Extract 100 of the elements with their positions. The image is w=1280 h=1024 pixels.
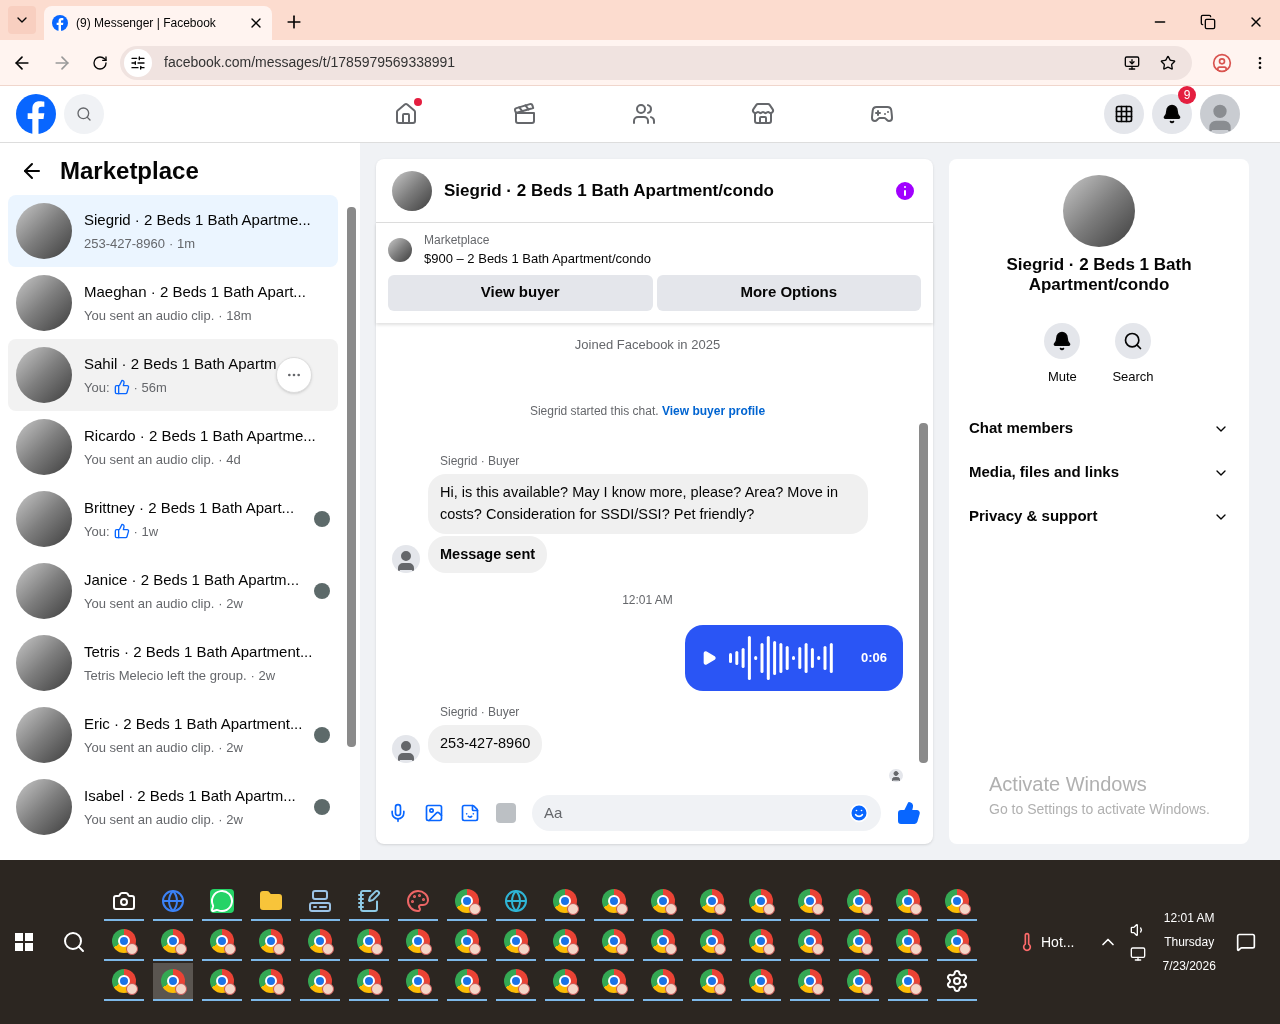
- message-preview: You:: [84, 378, 110, 397]
- browser-tab[interactable]: (9) Messenger | Facebook: [44, 6, 272, 40]
- sticker-icon[interactable]: [460, 803, 480, 823]
- details-title: Siegrid · 2 Beds 1 Bath Apartment/condo: [1005, 255, 1193, 295]
- settings-icon: [945, 969, 969, 993]
- avatar-icon[interactable]: [1200, 94, 1240, 134]
- install-icon[interactable]: [1124, 54, 1140, 71]
- windows-icon[interactable]: [14, 933, 33, 951]
- image-icon[interactable]: [424, 803, 444, 823]
- browser-icon: [504, 969, 528, 993]
- browser-icon: [602, 929, 626, 953]
- chat-icon: [210, 889, 234, 913]
- menu-button[interactable]: [1104, 94, 1144, 134]
- conversation-title: Brittney · 2 Beds 1 Bath Apart...: [84, 498, 295, 518]
- conversation-item[interactable]: Sahil · 2 Beds 1 Bath Apartm You: · 56m: [8, 339, 339, 411]
- message-time: · 56m: [133, 378, 167, 397]
- browser-icon: [504, 929, 528, 953]
- timestamp: 12:01 AM: [622, 592, 673, 610]
- conversation-item[interactable]: Ricardo · 2 Beds 1 Bath Apartme... You sent an audio clip. · 4d: [8, 411, 339, 483]
- search-button[interactable]: [64, 94, 104, 134]
- video-icon[interactable]: [513, 102, 537, 126]
- action-button[interactable]: More Options: [656, 274, 921, 311]
- conversation-item[interactable]: Eric · 2 Beds 1 Bath Apartment... You sent an audio clip. · 2w: [8, 699, 339, 771]
- bell-icon: [1162, 104, 1182, 124]
- message-bubble: Hi, is this available? May I know more, please? Area? Move in costs? Consideration for SSDI/SSI? Pet friendly?: [428, 474, 868, 534]
- conversation-item[interactable]: Maeghan · 2 Beds 1 Bath Apart... You sent an audio clip. · 18m: [8, 267, 339, 339]
- message-input[interactable]: Aa: [544, 801, 849, 825]
- activation-text: Go to Settings to activate Windows.: [989, 800, 1210, 819]
- message-preview: You:: [84, 522, 110, 541]
- browser-icon: [406, 929, 430, 953]
- weather-text[interactable]: Hot...: [1041, 931, 1075, 953]
- taskbar-button[interactable]: [153, 963, 193, 1001]
- address-bar[interactable]: facebook.com/messages/t/1785979569338991: [120, 45, 1192, 80]
- action-button[interactable]: Search: [1112, 323, 1154, 387]
- buyer-profile-link[interactable]: View buyer profile: [661, 404, 766, 418]
- browser-icon: [308, 929, 332, 953]
- conversation-item[interactable]: Janice · 2 Beds 1 Bath Apartm... You sent an audio clip. · 2w: [8, 555, 339, 627]
- browser-icon: [847, 929, 871, 953]
- star-icon[interactable]: [1160, 54, 1176, 71]
- computer-icon: [308, 889, 332, 913]
- clock-time[interactable]: 12:01 AM: [1163, 909, 1215, 927]
- search-icon[interactable]: [61, 930, 86, 954]
- profile-icon[interactable]: [1212, 52, 1232, 73]
- browser-icon: [308, 969, 332, 993]
- photo-placeholder: [16, 635, 72, 691]
- reload-icon[interactable]: [92, 54, 108, 71]
- monitor-icon[interactable]: [1130, 946, 1147, 962]
- conversation-item[interactable]: Tetris · 2 Beds 1 Bath Apartment... Tetris Melecio left the group. · 2w: [8, 627, 339, 699]
- browser-icon: [357, 969, 381, 993]
- section-header[interactable]: Media, files and links: [965, 450, 1233, 495]
- clock-day[interactable]: Thursday: [1164, 933, 1215, 951]
- audio-duration: 0:06: [860, 649, 887, 668]
- browser-icon: [553, 969, 577, 993]
- emoji-icon[interactable]: [849, 803, 869, 823]
- clock-date[interactable]: 7/23/2026: [1162, 957, 1216, 975]
- message-preview: You sent an audio clip.: [84, 450, 215, 469]
- message-preview: Tetris Melecio left the group.: [84, 666, 247, 685]
- restore-icon[interactable]: [1200, 14, 1216, 30]
- audio-message[interactable]: 0:06: [685, 625, 903, 691]
- browser-icon: [553, 889, 577, 913]
- people-icon[interactable]: [632, 102, 656, 126]
- message-time: · 2w: [250, 666, 276, 685]
- microphone-icon[interactable]: [388, 803, 408, 823]
- home-icon[interactable]: [394, 102, 418, 126]
- message-bubble: 253-427-8960: [428, 724, 543, 763]
- palette-icon: [406, 889, 430, 913]
- browser-icon: [259, 969, 283, 993]
- section-header[interactable]: Privacy & support: [965, 494, 1233, 539]
- logo-icon: [52, 15, 68, 31]
- browser-icon: [700, 929, 724, 953]
- browser-icon: [749, 929, 773, 953]
- action-button[interactable]: View buyer: [388, 274, 653, 311]
- browser-icon: [553, 929, 577, 953]
- scrollbar-thumb[interactable]: [919, 422, 928, 763]
- browser-icon: [847, 969, 871, 993]
- site-settings-icon[interactable]: [130, 54, 146, 71]
- conversation-item[interactable]: Brittney · 2 Beds 1 Bath Apart... You: · 1w: [8, 483, 339, 555]
- message-field[interactable]: Aa: [532, 795, 881, 831]
- message-preview: You sent an audio clip.: [84, 810, 215, 829]
- scrollbar-thumb[interactable]: [346, 207, 356, 747]
- message-time: · 4d: [218, 450, 241, 469]
- section-header[interactable]: Chat members: [965, 406, 1233, 451]
- store-icon[interactable]: [751, 102, 775, 126]
- message-preview: You sent an audio clip.: [84, 738, 215, 757]
- browser-icon: [945, 929, 969, 953]
- message-time: · 2w: [218, 738, 243, 757]
- notifications-icon[interactable]: [1235, 932, 1256, 952]
- message-time: · 2w: [218, 594, 243, 613]
- conversation-item[interactable]: Isabel · 2 Beds 1 Bath Apartm... You sent an audio clip. · 2w: [8, 771, 339, 843]
- sender-label: Siegrid · Buyer: [440, 453, 521, 470]
- conversation-item[interactable]: Siegrid · 2 Beds 1 Bath Apartme... 253-427-8960 · 1m: [8, 195, 339, 267]
- logo-icon[interactable]: [16, 94, 56, 134]
- camera-icon: [112, 889, 136, 913]
- like-icon[interactable]: [897, 801, 921, 825]
- message-bubble: Message sent: [428, 535, 548, 574]
- photo-placeholder: [392, 170, 432, 211]
- chat-title: Siegrid · 2 Beds 1 Bath Apartment/condo: [444, 179, 775, 202]
- tab-list-button[interactable]: [8, 6, 36, 34]
- browser-icon: [210, 929, 234, 953]
- photo-placeholder: [388, 237, 412, 262]
